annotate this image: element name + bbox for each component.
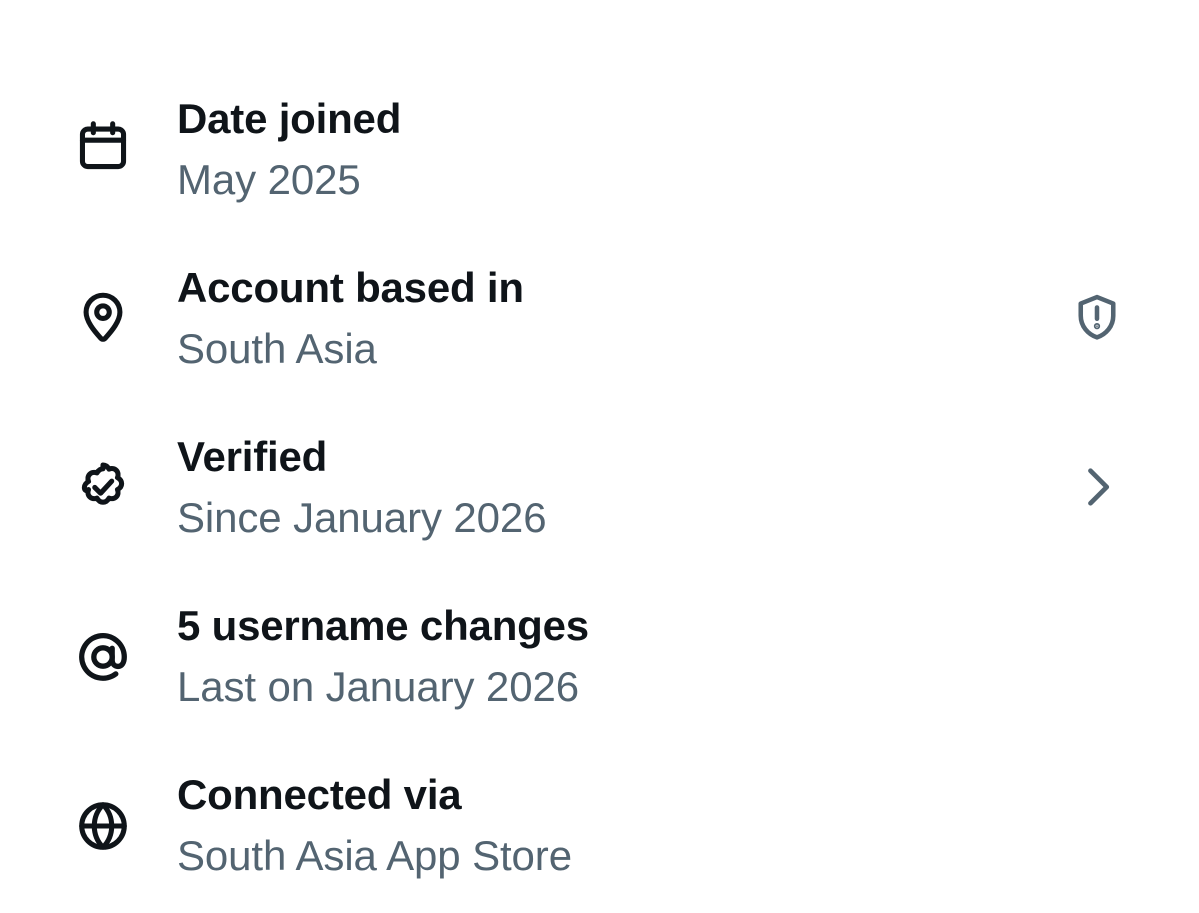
row-subtitle: May 2025	[177, 156, 361, 203]
row-title: Date joined	[177, 95, 402, 142]
row-title: Verified	[177, 433, 328, 480]
row-subtitle: Last on January 2026	[177, 663, 579, 710]
location-pin-icon	[74, 288, 132, 346]
info-row-connected-via: Connected via South Asia App Store	[0, 736, 1199, 906]
row-subtitle: South Asia App Store	[177, 832, 572, 879]
row-title: Account based in	[177, 264, 524, 311]
calendar-icon	[74, 117, 132, 175]
shield-alert-icon[interactable]	[1071, 291, 1123, 343]
chevron-right-icon[interactable]	[1071, 461, 1123, 513]
info-row-date-joined: Date joined May 2025	[0, 60, 1199, 230]
info-row-username-changes: 5 username changes Last on January 2026	[0, 567, 1199, 737]
verified-badge-icon	[74, 457, 132, 515]
row-title: 5 username changes	[177, 602, 589, 649]
row-title: Connected via	[177, 771, 462, 818]
info-row-verified[interactable]: Verified Since January 2026	[0, 398, 1199, 568]
at-sign-icon	[74, 628, 132, 686]
row-subtitle: Since January 2026	[177, 494, 547, 541]
globe-icon	[74, 797, 132, 855]
info-row-account-based-in: Account based in South Asia	[0, 229, 1199, 399]
row-subtitle: South Asia	[177, 325, 377, 372]
